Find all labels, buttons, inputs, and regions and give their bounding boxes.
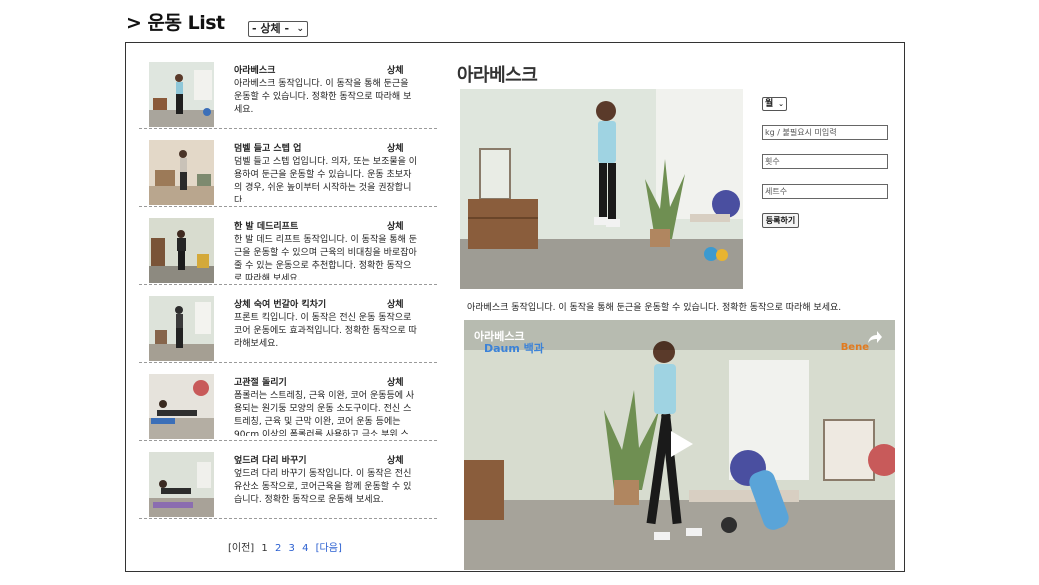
exercise-title[interactable]: 한 발 데드리프트 bbox=[234, 219, 298, 232]
list-item[interactable]: 상체 숙여 번갈아 킥차기 상체 프론트 킥입니다. 이 동작은 전신 운동 동… bbox=[139, 285, 437, 363]
pagination-next[interactable]: [다음] bbox=[316, 543, 342, 554]
exercise-video[interactable]: 아라베스크 Daum 백과 Bene bbox=[464, 320, 895, 570]
register-button[interactable]: 등록하기 bbox=[762, 213, 799, 228]
list-item[interactable]: 한 발 데드리프트 상체 한 발 데드 리프트 동작입니다. 이 동작을 통해 … bbox=[139, 207, 437, 285]
unit-select[interactable]: 월 ⌄ bbox=[762, 97, 787, 111]
list-item[interactable]: 아라베스크 상체 아라베스크 동작입니다. 이 동작을 통해 둔근을 운동할 수… bbox=[139, 51, 437, 129]
exercise-title[interactable]: 고관절 돌리기 bbox=[234, 375, 287, 388]
sets-input[interactable]: 세트수 bbox=[762, 184, 888, 199]
reps-input[interactable]: 횟수 bbox=[762, 154, 888, 169]
exercise-photo bbox=[460, 89, 743, 289]
exercise-title[interactable]: 상체 숙여 번갈아 킥차기 bbox=[234, 297, 326, 310]
exercise-title[interactable]: 덤벨 들고 스텝 업 bbox=[234, 141, 301, 154]
video-brand-logo: Daum 백과 bbox=[484, 342, 544, 355]
detail-description: 아라베스크 동작입니다. 이 동작을 통해 둔근을 운동할 수 있습니다. 정확… bbox=[467, 303, 842, 313]
page-link-1[interactable]: 1 bbox=[261, 543, 267, 554]
list-item[interactable]: 덤벨 들고 스텝 업 상체 덤벨 들고 스텝 업입니다. 의자, 또는 보조물을… bbox=[139, 129, 437, 207]
exercise-description: 폼롤러는 스트레칭, 근육 이완, 코어 운동등에 사용되는 원기둥 모양의 운… bbox=[234, 391, 415, 436]
exercise-category: 상체 bbox=[387, 300, 404, 310]
exercise-category: 상체 bbox=[387, 222, 404, 232]
exercise-description: 엎드려 다리 바꾸기 동작입니다. 이 동작은 전신 유산소 동작으로, 코어근… bbox=[234, 469, 412, 505]
detail-title: 아라베스크 bbox=[457, 65, 538, 86]
page-link-2[interactable]: 2 bbox=[275, 543, 281, 554]
category-select[interactable]: - 상체 - ⌄ bbox=[248, 21, 308, 37]
exercise-category: 상체 bbox=[387, 66, 404, 76]
exercise-description: 아라베스크 동작입니다. 이 동작을 통해 둔근을 운동할 수 있습니다. 정확… bbox=[234, 79, 412, 115]
exercise-title[interactable]: 아라베스크 bbox=[234, 63, 275, 76]
page-link-3[interactable]: 3 bbox=[289, 543, 295, 554]
exercise-thumbnail[interactable] bbox=[149, 62, 214, 127]
exercise-category: 상체 bbox=[387, 456, 404, 466]
exercise-category: 상체 bbox=[387, 144, 404, 154]
exercise-thumbnail[interactable] bbox=[149, 218, 214, 283]
exercise-thumbnail[interactable] bbox=[149, 296, 214, 361]
list-item[interactable]: 엎드려 다리 바꾸기 상체 엎드려 다리 바꾸기 동작입니다. 이 동작은 전신… bbox=[139, 441, 437, 519]
category-select-value: - 상체 - bbox=[252, 22, 290, 35]
exercise-description: 한 발 데드 리프트 동작입니다. 이 동작을 통해 둔근을 운동할 수 있으며… bbox=[234, 235, 418, 280]
play-icon[interactable] bbox=[663, 427, 697, 461]
share-icon[interactable] bbox=[865, 328, 883, 346]
weight-input[interactable]: kg / 불필요시 미입력 bbox=[762, 125, 888, 140]
page-title: > 운동 List bbox=[126, 12, 225, 34]
page-link-4[interactable]: 4 bbox=[302, 543, 308, 554]
exercise-category: 상체 bbox=[387, 378, 404, 388]
content-frame: 아라베스크 상체 아라베스크 동작입니다. 이 동작을 통해 둔근을 운동할 수… bbox=[125, 42, 905, 572]
pagination-prev[interactable]: [이전] bbox=[228, 543, 254, 554]
exercise-thumbnail[interactable] bbox=[149, 140, 214, 205]
list-item[interactable]: 고관절 돌리기 상체 폼롤러는 스트레칭, 근육 이완, 코어 운동등에 사용되… bbox=[139, 363, 437, 441]
exercise-thumbnail[interactable] bbox=[149, 452, 214, 517]
chevron-down-icon: ⌄ bbox=[296, 24, 304, 34]
pagination: [이전] 1 2 3 4 [다음] bbox=[228, 539, 346, 554]
chevron-down-icon: ⌄ bbox=[778, 100, 784, 108]
exercise-list: 아라베스크 상체 아라베스크 동작입니다. 이 동작을 통해 둔근을 운동할 수… bbox=[139, 51, 437, 519]
exercise-thumbnail[interactable] bbox=[149, 374, 214, 439]
exercise-description: 프론트 킥입니다. 이 동작은 전신 운동 동작으로 코어 운동에도 효과적입니… bbox=[234, 313, 417, 349]
exercise-description: 덤벨 들고 스텝 업입니다. 의자, 또는 보조물을 이용하여 둔근을 운동할 … bbox=[234, 157, 418, 202]
unit-select-value: 월 bbox=[765, 99, 774, 109]
exercise-title[interactable]: 엎드려 다리 바꾸기 bbox=[234, 453, 307, 466]
